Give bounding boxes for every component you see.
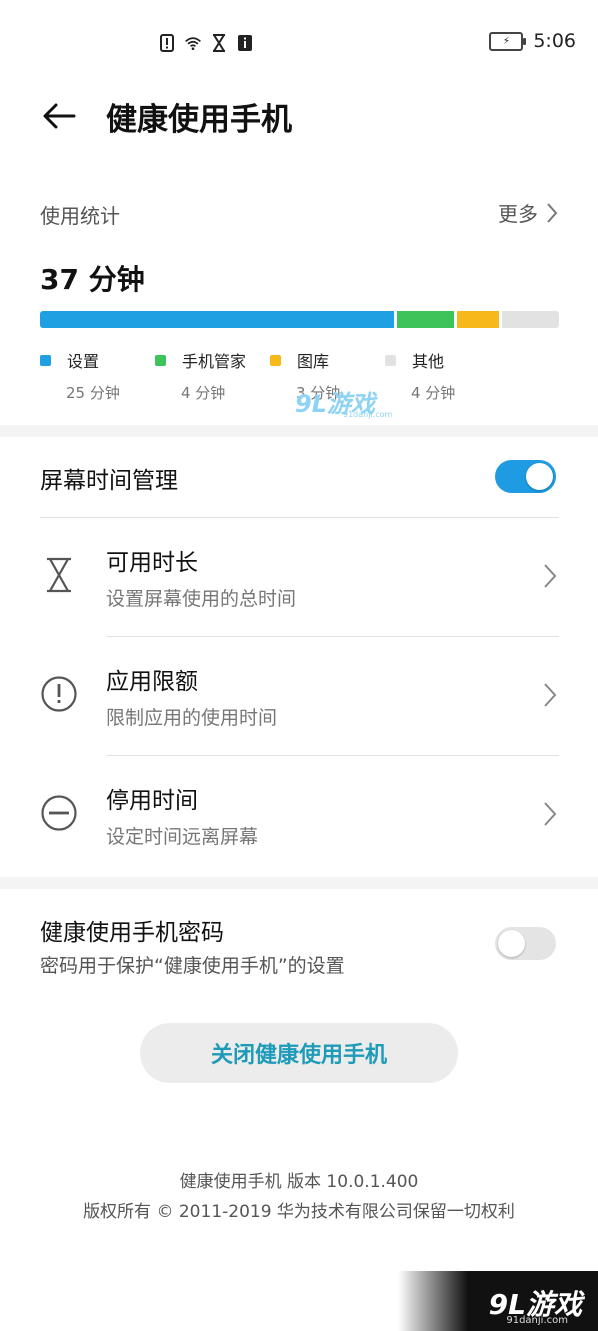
chevron-right-icon [544,683,557,707]
watermark-top-url: 91danji.com [343,410,393,419]
chevron-right-icon [547,202,558,223]
toggle-knob [526,463,553,490]
battery-charging-icon: ⚡ [489,31,527,51]
more-label: 更多 [498,202,538,226]
screen-time-card: 屏幕时间管理 可用时长 设置屏幕使用的总时间 应用限额 限制应用的使用时间 停用… [0,437,598,877]
legend-row: 图库 [270,348,385,372]
legend-item: 手机管家 4 分钟 [155,348,270,403]
legend-dot [155,354,166,366]
screen-time-title: 屏幕时间管理 [40,468,178,494]
usage-total: 37 分钟 [40,263,145,296]
usage-card: 使用统计 更多 37 分钟 设置 25 分钟 手机管家 4 分钟 图库 3 分钟 其他 4 分… [0,158,598,425]
arrow-left-icon[interactable] [40,96,80,136]
legend-app-name: 设置 [67,352,100,371]
legend-dot [40,354,51,366]
wifi-icon [184,33,202,53]
status-time: 5:06 [533,30,576,52]
item-title: 可用时长 [106,550,198,576]
usage-bar [40,311,559,328]
close-healthy-use-button[interactable]: 关闭健康使用手机 [140,1023,458,1083]
legend-app-name: 手机管家 [182,352,247,371]
legend-item: 设置 25 分钟 [40,348,155,403]
header: 健康使用手机 [0,88,598,158]
legend-app-name: 其他 [412,352,445,371]
legend-row: 设置 [40,348,155,372]
legend-row: 其他 [385,348,500,372]
legend-row: 手机管家 [155,348,270,372]
item-title: 停用时间 [106,788,198,814]
password-toggle[interactable] [495,927,556,960]
minus-circle-icon [40,794,78,832]
legend-dot [270,354,281,366]
item-subtitle: 限制应用的使用时间 [106,707,278,729]
item-title: 应用限额 [106,669,198,695]
hourglass-icon [40,556,78,594]
legend-dot [385,354,396,366]
list-item-app-limit[interactable]: 应用限额 限制应用的使用时间 [0,637,598,755]
notification-icon [158,33,176,53]
password-title: 健康使用手机密码 [40,920,224,946]
usage-label: 使用统计 [40,204,120,228]
screen-time-toggle[interactable] [495,460,556,493]
copyright-text: 版权所有 © 2011-2019 华为技术有限公司保留一切权利 [83,1202,515,1222]
chevron-right-icon [544,564,557,588]
chevron-right-icon [544,802,557,826]
usage-legend: 设置 25 分钟 手机管家 4 分钟 图库 3 分钟 其他 4 分钟 [40,348,500,403]
info-icon [236,33,254,53]
usage-bar-segment [456,311,500,328]
legend-app-time: 25 分钟 [66,384,120,402]
item-subtitle: 设定时间远离屏幕 [106,826,259,848]
legend-app-time: 4 分钟 [411,384,456,402]
list-item-available-time[interactable]: 可用时长 设置屏幕使用的总时间 [0,518,598,636]
list-item-downtime[interactable]: 停用时间 设定时间远离屏幕 [0,756,598,874]
item-subtitle: 设置屏幕使用的总时间 [106,588,297,610]
watermark-bottom: 9L游戏 91danji.com [398,1271,598,1331]
watermark-top: 9L游戏 91danji.com [295,384,393,420]
legend-item: 其他 4 分钟 [385,348,500,403]
password-card: 健康使用手机密码 密码用于保护“健康使用手机”的设置 关闭健康使用手机 健康使用… [0,889,598,1331]
watermark-bottom-url: 91danji.com [506,1315,568,1326]
hourglass-icon [210,33,228,53]
more-link[interactable]: 更多 [498,198,558,227]
usage-bar-segment [40,311,395,328]
usage-bar-segment [502,311,559,328]
exclamation-circle-icon [40,675,78,713]
status-icons [158,33,254,53]
legend-app-time: 4 分钟 [181,384,226,402]
version-text: 健康使用手机 版本 10.0.1.400 [179,1172,419,1192]
page-title: 健康使用手机 [106,102,292,138]
toggle-knob [498,930,525,957]
status-bar: ⚡ 5:06 [0,0,598,88]
usage-bar-segment [397,311,454,328]
password-subtitle: 密码用于保护“健康使用手机”的设置 [40,955,345,977]
legend-app-name: 图库 [297,352,330,371]
status-right: ⚡ 5:06 [489,30,576,52]
